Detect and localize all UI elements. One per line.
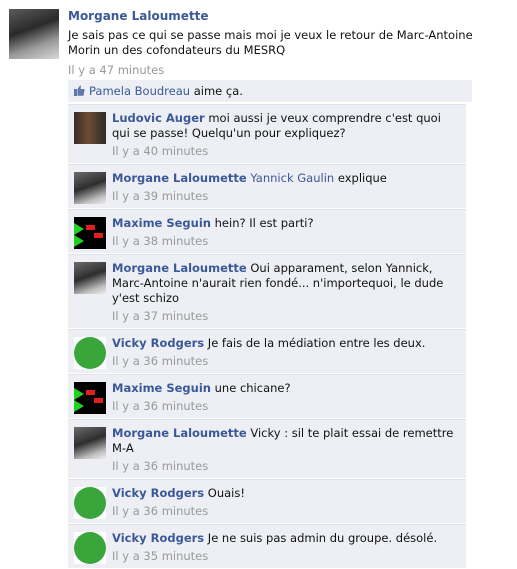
commenter-name[interactable]: Morgane Laloumette [112,171,247,185]
comment-timestamp[interactable]: Il y a 36 minutes [112,399,460,413]
commenter-name[interactable]: Vicky Rodgers [112,531,204,545]
commenter-avatar[interactable] [74,487,106,519]
comment-timestamp[interactable]: Il y a 38 minutes [112,234,460,248]
comment-item: Morgane Laloumette Yannick Gaulin expliq… [68,164,466,208]
comment-item: Maxime Seguin hein? Il est parti? Il y a… [68,209,466,253]
comment-text: Je fais de la médiation entre les deux. [207,336,426,350]
comment-text: hein? Il est parti? [214,216,314,230]
comment-text: explique [334,171,387,185]
commenter-name[interactable]: Maxime Seguin [112,381,211,395]
likes-bar: Pamela Boudreau aime ça. [68,80,472,102]
likes-suffix: aime ça. [190,84,243,98]
commenter-avatar[interactable] [74,172,106,204]
commenter-name[interactable]: Maxime Seguin [112,216,211,230]
commenter-avatar[interactable] [74,532,106,564]
comment-item: Ludovic Auger moi aussi je veux comprend… [68,104,466,163]
comment-timestamp[interactable]: Il y a 35 minutes [112,549,460,563]
comment-text: Ouais! [207,486,245,500]
comment-text: une chicane? [214,381,291,395]
commenter-name[interactable]: Ludovic Auger [112,111,205,125]
commenter-avatar[interactable] [74,337,106,369]
comment-timestamp[interactable]: Il y a 36 minutes [112,459,460,473]
thumbs-up-icon [74,85,85,96]
commenter-avatar[interactable] [74,112,106,144]
comment-timestamp[interactable]: Il y a 36 minutes [112,354,460,368]
commenter-name[interactable]: Vicky Rodgers [112,336,204,350]
comment-item: Vicky Rodgers Ouais! Il y a 36 minutes [68,479,466,523]
comment-text: Je ne suis pas admin du groupe. désolé. [207,531,438,545]
post-text: Je sais pas ce qui se passe mais moi je … [68,28,473,57]
post-avatar[interactable] [9,9,59,59]
comment-item: Morgane Laloumette Vicky : sil te plait … [68,419,466,478]
post-author-link[interactable]: Morgane Laloumette [68,9,209,23]
comment-list: Ludovic Auger moi aussi je veux comprend… [68,104,466,569]
comment-timestamp[interactable]: Il y a 36 minutes [112,504,460,518]
commenter-name[interactable]: Morgane Laloumette [112,261,247,275]
post: Morgane Laloumette Je sais pas ce qui se… [68,9,508,77]
post-timestamp[interactable]: Il y a 47 minutes [68,63,508,77]
comment-item: Maxime Seguin une chicane? Il y a 36 min… [68,374,466,418]
comment-timestamp[interactable]: Il y a 39 minutes [112,189,460,203]
commenter-name[interactable]: Vicky Rodgers [112,486,204,500]
comment-timestamp[interactable]: Il y a 37 minutes [112,309,460,323]
comment-timestamp[interactable]: Il y a 40 minutes [112,144,460,158]
commenter-avatar[interactable] [74,427,106,459]
mention-link[interactable]: Yannick Gaulin [250,171,334,185]
comment-item: Morgane Laloumette Oui apparament, selon… [68,254,466,328]
commenter-avatar[interactable] [74,217,106,249]
commenter-name[interactable]: Morgane Laloumette [112,426,247,440]
comment-item: Vicky Rodgers Je ne suis pas admin du gr… [68,524,466,568]
like-user-link[interactable]: Pamela Boudreau [89,84,190,98]
comment-item: Vicky Rodgers Je fais de la médiation en… [68,329,466,373]
commenter-avatar[interactable] [74,262,106,294]
commenter-avatar[interactable] [74,382,106,414]
